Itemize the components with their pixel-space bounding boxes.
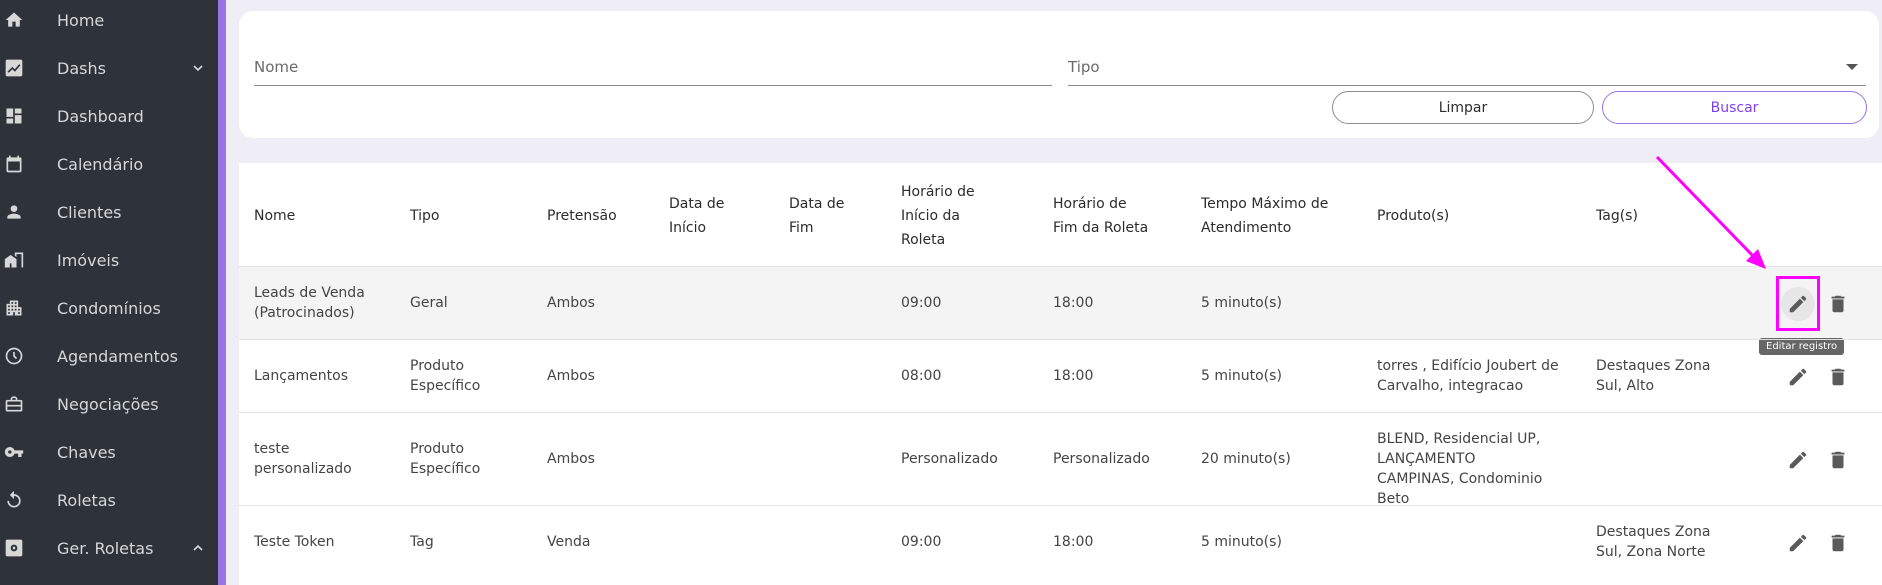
table-row[interactable]: Lançamentos Produto Específico Ambos 08:… bbox=[239, 339, 1882, 412]
cell-pretensao: Ambos bbox=[547, 368, 595, 384]
dashboard-icon bbox=[4, 106, 24, 126]
sidebar-item-label: Dashs bbox=[57, 58, 106, 78]
sidebar-item-dashboard[interactable]: Dashboard bbox=[0, 96, 218, 136]
column-header-produtos[interactable]: Produto(s) bbox=[1377, 204, 1497, 228]
search-button[interactable]: Buscar bbox=[1602, 91, 1867, 124]
cell-horario-fim: 18:00 bbox=[1053, 295, 1094, 311]
sidebar-item-agendamentos[interactable]: Agendamentos bbox=[0, 336, 218, 376]
sidebar-item-label: Condomínios bbox=[57, 298, 161, 318]
column-header-horario-fim[interactable]: Horário de Fim da Roleta bbox=[1053, 192, 1153, 240]
sidebar-item-imoveis[interactable]: Imóveis bbox=[0, 240, 218, 280]
rotate-icon bbox=[4, 490, 24, 510]
sidebar-item-chaves[interactable]: Chaves bbox=[0, 432, 218, 472]
key-icon bbox=[4, 442, 24, 462]
sidebar-item-negociacoes[interactable]: Negociações bbox=[0, 384, 218, 424]
cell-tags: Destaques Zona Sul, Alto bbox=[1596, 358, 1711, 394]
cell-horario-fim: Personalizado bbox=[1053, 451, 1150, 467]
sidebar-item-label: Calendário bbox=[57, 154, 144, 174]
cell-produtos: torres , Edifício Joubert de Carvalho, i… bbox=[1377, 358, 1559, 394]
cell-nome: Lançamentos bbox=[254, 368, 349, 384]
edit-icon[interactable] bbox=[1786, 448, 1810, 472]
sidebar-item-label: Ger. Roletas bbox=[57, 538, 154, 558]
column-header-pretensao[interactable]: Pretensão bbox=[547, 204, 657, 228]
sidebar-item-label: Imóveis bbox=[57, 250, 120, 270]
cell-nome: Leads de Venda (Patrocinados) bbox=[254, 285, 365, 321]
column-header-tempo-maximo[interactable]: Tempo Máximo de Atendimento bbox=[1201, 192, 1331, 240]
edit-icon[interactable] bbox=[1786, 292, 1810, 316]
cell-pretensao: Venda bbox=[547, 534, 591, 550]
cell-pretensao: Ambos bbox=[547, 295, 595, 311]
delete-icon[interactable] bbox=[1826, 365, 1850, 389]
cell-horario-inicio: Personalizado bbox=[901, 451, 998, 467]
sidebar-item-ger-roletas[interactable]: Ger. Roletas bbox=[0, 528, 218, 568]
person-icon bbox=[4, 202, 24, 222]
sidebar-item-condominios[interactable]: Condomínios bbox=[0, 288, 218, 328]
sidebar-item-dashs[interactable]: Dashs bbox=[0, 48, 218, 88]
delete-icon[interactable] bbox=[1826, 531, 1850, 555]
sidebar-item-label: Dashboard bbox=[57, 106, 144, 126]
table-row[interactable]: Teste Token Tag Venda 09:00 18:00 5 minu… bbox=[239, 505, 1882, 585]
home-icon bbox=[4, 10, 24, 30]
apartment-icon bbox=[4, 298, 24, 318]
roletas-table: Nome Tipo Pretensão Data de Início Data … bbox=[239, 163, 1882, 585]
briefcase-icon bbox=[4, 394, 24, 414]
chevron-up-icon[interactable] bbox=[190, 540, 206, 556]
cell-nome: teste personalizado bbox=[254, 441, 352, 477]
cell-produtos: BLEND, Residencial UP, LANÇAMENTO CAMPIN… bbox=[1377, 431, 1543, 507]
cell-tempo: 5 minuto(s) bbox=[1201, 368, 1282, 384]
delete-icon[interactable] bbox=[1826, 448, 1850, 472]
cell-tags: Destaques Zona Sul, Zona Norte bbox=[1596, 524, 1711, 560]
column-header-horario-inicio[interactable]: Horário de Início da Roleta bbox=[901, 180, 989, 252]
column-header-tipo[interactable]: Tipo bbox=[410, 204, 530, 228]
cell-horario-fim: 18:00 bbox=[1053, 368, 1094, 384]
sidebar-item-label: Home bbox=[57, 10, 105, 30]
clock-icon bbox=[4, 346, 24, 366]
sidebar-item-label: Roletas bbox=[57, 490, 116, 510]
column-header-nome[interactable]: Nome bbox=[254, 204, 384, 228]
edit-icon[interactable] bbox=[1786, 531, 1810, 555]
chart-icon bbox=[4, 58, 24, 78]
tipo-select[interactable]: Tipo bbox=[1068, 48, 1866, 86]
cell-horario-fim: 18:00 bbox=[1053, 534, 1094, 550]
cell-pretensao: Ambos bbox=[547, 451, 595, 467]
edit-icon[interactable] bbox=[1786, 365, 1810, 389]
sidebar-item-clientes[interactable]: Clientes bbox=[0, 192, 218, 232]
calendar-icon bbox=[4, 154, 24, 174]
sidebar-item-label: Clientes bbox=[57, 202, 122, 222]
sidebar-item-roletas[interactable]: Roletas bbox=[0, 480, 218, 520]
cell-tipo: Produto Específico bbox=[410, 358, 481, 394]
sidebar-item-calendario[interactable]: Calendário bbox=[0, 144, 218, 184]
column-header-data-inicio[interactable]: Data de Início bbox=[669, 192, 739, 240]
filter-card: Tipo Limpar Buscar bbox=[239, 11, 1879, 138]
nome-input[interactable] bbox=[254, 48, 1052, 85]
table-row[interactable]: teste personalizado Produto Específico A… bbox=[239, 412, 1882, 507]
column-header-tags[interactable]: Tag(s) bbox=[1596, 204, 1696, 228]
cell-tipo: Produto Específico bbox=[410, 441, 481, 477]
sidebar-accent-bar bbox=[218, 0, 226, 585]
sidebar-item-label: Agendamentos bbox=[57, 346, 179, 366]
cell-horario-inicio: 09:00 bbox=[901, 295, 942, 311]
settings-icon bbox=[4, 538, 24, 558]
cell-tempo: 20 minuto(s) bbox=[1201, 451, 1291, 467]
clear-button[interactable]: Limpar bbox=[1332, 91, 1594, 124]
table-row[interactable]: Leads de Venda (Patrocinados) Geral Ambo… bbox=[239, 266, 1882, 355]
cell-tempo: 5 minuto(s) bbox=[1201, 295, 1282, 311]
cell-tipo: Geral bbox=[410, 295, 448, 311]
column-header-data-fim[interactable]: Data de Fim bbox=[789, 192, 851, 240]
sidebar-item-label: Negociações bbox=[57, 394, 159, 414]
cell-nome: Teste Token bbox=[254, 534, 335, 550]
chevron-down-icon[interactable] bbox=[190, 60, 206, 76]
tipo-label: Tipo bbox=[1068, 58, 1100, 76]
cell-tipo: Tag bbox=[410, 534, 434, 550]
dropdown-arrow-icon[interactable] bbox=[1846, 64, 1858, 70]
nome-field[interactable] bbox=[254, 48, 1052, 86]
cell-horario-inicio: 09:00 bbox=[901, 534, 942, 550]
sidebar-item-home[interactable]: Home bbox=[0, 0, 218, 40]
cell-horario-inicio: 08:00 bbox=[901, 368, 942, 384]
cell-tempo: 5 minuto(s) bbox=[1201, 534, 1282, 550]
building-icon bbox=[4, 250, 24, 270]
sidebar-item-label: Chaves bbox=[57, 442, 116, 462]
delete-icon[interactable] bbox=[1826, 292, 1850, 316]
sidebar: Home Dashs Dashboard Calendário Clientes… bbox=[0, 0, 218, 585]
